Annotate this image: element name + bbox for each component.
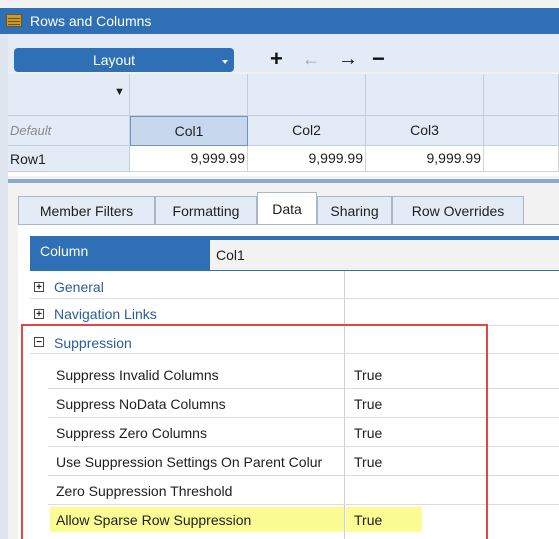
chevron-down-icon [222, 60, 228, 64]
add-icon[interactable]: + [270, 48, 283, 70]
column-header-empty [484, 116, 559, 146]
default-label: Default [10, 123, 52, 138]
remove-icon[interactable]: − [372, 48, 385, 70]
filter-header-col1 [130, 74, 248, 116]
column-header-col3[interactable]: Col3 [366, 116, 484, 146]
grid-cell-empty [484, 146, 559, 172]
column-header-col1[interactable]: Col1 [130, 116, 248, 146]
row-header-row1[interactable]: Row1 [10, 151, 46, 167]
column-header-col2[interactable]: Col2 [248, 116, 366, 146]
column-selector-label: Column [40, 243, 89, 259]
section-general-row[interactable] [30, 276, 559, 299]
tab-sharing[interactable]: Sharing [317, 196, 392, 225]
grid-cell[interactable]: 9,999.99 [130, 146, 248, 172]
grid-cell[interactable]: 9,999.99 [366, 146, 484, 172]
filter-cell[interactable] [8, 74, 130, 116]
filter-header-col3 [366, 74, 484, 116]
section-general: General [54, 279, 104, 295]
section-navigation-links: Navigation Links [54, 306, 157, 322]
column-selector-field[interactable] [210, 240, 559, 270]
filter-icon[interactable]: ▼ [114, 86, 125, 98]
filter-header-empty [484, 74, 559, 116]
arrow-left-icon[interactable]: ← [302, 48, 320, 70]
table-icon [6, 14, 22, 27]
tab-member-filters[interactable]: Member Filters [18, 196, 155, 225]
tab-data[interactable]: Data [257, 192, 317, 225]
arrow-right-icon[interactable]: → [338, 48, 358, 70]
layout-dropdown-label: Layout [92, 52, 136, 68]
column-selector-value: Col1 [216, 247, 245, 263]
annotation-box [21, 324, 488, 539]
splitter[interactable] [8, 179, 559, 183]
window-title: Rows and Columns [30, 13, 152, 29]
tab-formatting[interactable]: Formatting [155, 196, 257, 225]
filter-header-col2 [248, 74, 366, 116]
left-edge-strip [0, 34, 8, 539]
tab-row-overrides[interactable]: Row Overrides [392, 196, 524, 225]
expand-icon[interactable]: + [34, 282, 44, 293]
expand-icon[interactable]: + [34, 309, 44, 320]
grid-cell[interactable]: 9,999.99 [248, 146, 366, 172]
